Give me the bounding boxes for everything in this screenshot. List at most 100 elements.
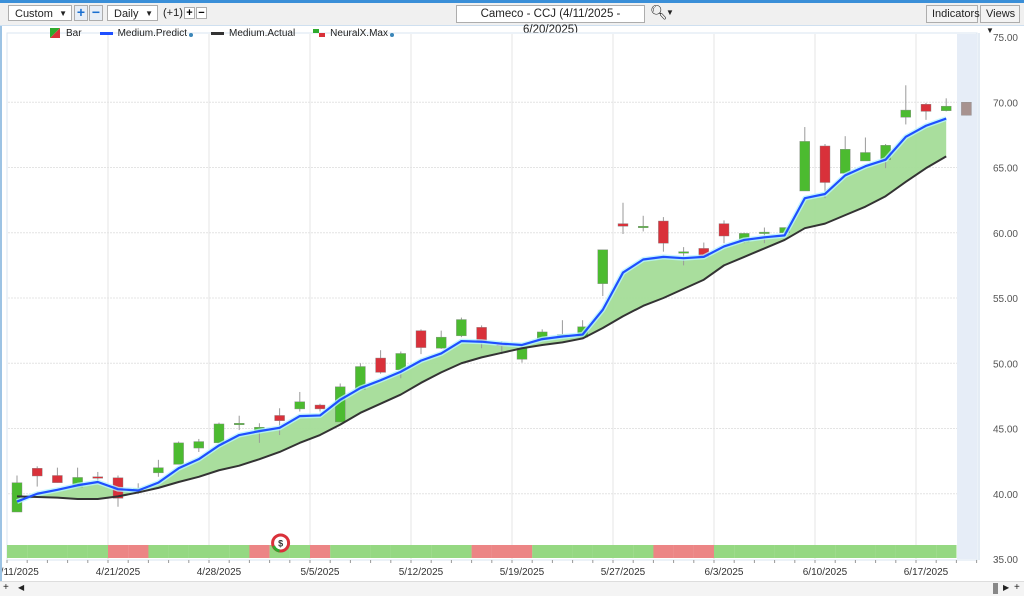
signal-segment-up [592,545,614,558]
candle [153,467,164,474]
signal-segment-down [491,545,513,558]
x-tick-label: 4/28/2025 [197,567,242,578]
signal-segment-up [835,545,856,558]
signal-segment-up [794,545,816,558]
legend-label: Bar [66,27,82,39]
candle [314,404,326,410]
x-tick-label: 6/10/2025 [803,567,848,578]
signal-segment-up [714,545,735,558]
y-tick-label: 65.00 [993,164,1018,175]
signal-segment-up [7,545,28,558]
candle [436,336,447,349]
candle [840,149,851,174]
candle [173,442,184,465]
window-left-border [0,26,2,581]
candle [193,441,205,449]
legend-item-medium-actual[interactable]: Medium.Actual [211,27,295,39]
candle [294,401,305,410]
x-tick-label: 5/27/2025 [601,567,646,578]
legend-item-bar[interactable]: Bar [50,27,82,39]
legend-item-neuralx-max[interactable]: NeuralX.Max [313,27,394,39]
signal-segment-up [148,545,169,558]
legend-item-medium-predict[interactable]: Medium.Predict [99,27,194,39]
signal-segment-up [734,545,755,558]
signal-segment-up [633,545,654,558]
scroll-home-icon[interactable]: + [3,582,9,593]
scroll-end-icon[interactable]: + [1014,582,1020,593]
signal-segment-down [310,545,331,558]
line-swatch-icon [211,31,225,35]
candle [678,251,689,254]
signal-segment-down [512,545,533,558]
signal-segment-up [875,545,896,558]
signal-segment-down [108,545,129,558]
plot-area [6,32,978,561]
candle [92,476,104,479]
legend-label: Medium.Actual [229,27,296,39]
y-tick-label: 60.00 [993,229,1018,240]
candle [900,109,911,118]
signal-segment-up [895,545,917,558]
candle [375,357,386,373]
bar-icon [50,28,60,38]
signal-segment-down [471,545,492,558]
signal-segment-up [87,545,109,558]
signal-segment-up [188,545,210,558]
candle [32,468,43,477]
y-tick-label: 75.00 [993,33,1018,44]
candle [860,152,871,162]
y-tick-label: 50.00 [993,359,1018,370]
signal-segment-down [673,545,694,558]
signal-segment-up [855,545,876,558]
scroll-left-icon[interactable]: ◀ [18,583,24,592]
horizontal-scrollbar[interactable]: + ◀ ▶ + [0,581,1024,596]
dot-icon [389,33,394,37]
signal-segment-up [572,545,593,558]
candle [456,319,467,337]
signal-segment-up [613,545,634,558]
signal-segment-down [128,545,149,558]
signal-segment-up [916,545,937,558]
candle [941,105,952,111]
x-tick-label: 6/17/2025 [904,567,949,578]
candle [658,220,669,244]
signal-segment-up [350,545,371,558]
neuralx-icon [313,29,326,37]
x-tick-label: 5/12/2025 [399,567,444,578]
signal-segment-down [249,545,270,558]
scroll-right-icon[interactable]: ▶ [1003,583,1009,592]
candle [52,475,63,483]
y-tick-label: 45.00 [993,425,1018,436]
y-tick-label: 40.00 [993,490,1018,501]
candle [617,223,629,227]
candle [597,249,608,284]
legend-label: Medium.Predict [117,27,188,39]
signal-marker-icon: $ [271,533,291,553]
legend: Bar Medium.Predict Medium.Actual NeuralX… [50,27,412,39]
signal-segment-up [774,545,795,558]
signal-segment-up [532,545,553,558]
candle [274,415,285,421]
signal-segment-up [754,545,775,558]
scroll-thumb[interactable] [993,583,998,594]
candle [799,141,810,192]
signal-segment-up [330,545,351,558]
signal-segment-up [411,545,432,558]
signal-segment-up [27,545,48,558]
signal-segment-up [229,545,250,558]
signal-segment-down [693,545,715,558]
candle [718,223,730,237]
signal-segment-up [552,545,573,558]
signal-segment-up [289,545,311,558]
x-tick-label: 4/21/2025 [96,567,141,578]
x-tick-label: 6/3/2025 [705,567,744,578]
signal-segment-up [390,545,412,558]
candle [819,145,831,183]
forecast-candle [961,102,972,116]
signal-segment-up [168,545,189,558]
marker-label: $ [278,539,283,549]
price-chart[interactable]: 75.00 70.00 65.00 60.00 55.00 50.00 45.00 40.00… [0,0,1024,595]
signal-segment-up [370,545,391,558]
signal-segment-up [451,545,472,558]
signal-segment-up [209,545,230,558]
